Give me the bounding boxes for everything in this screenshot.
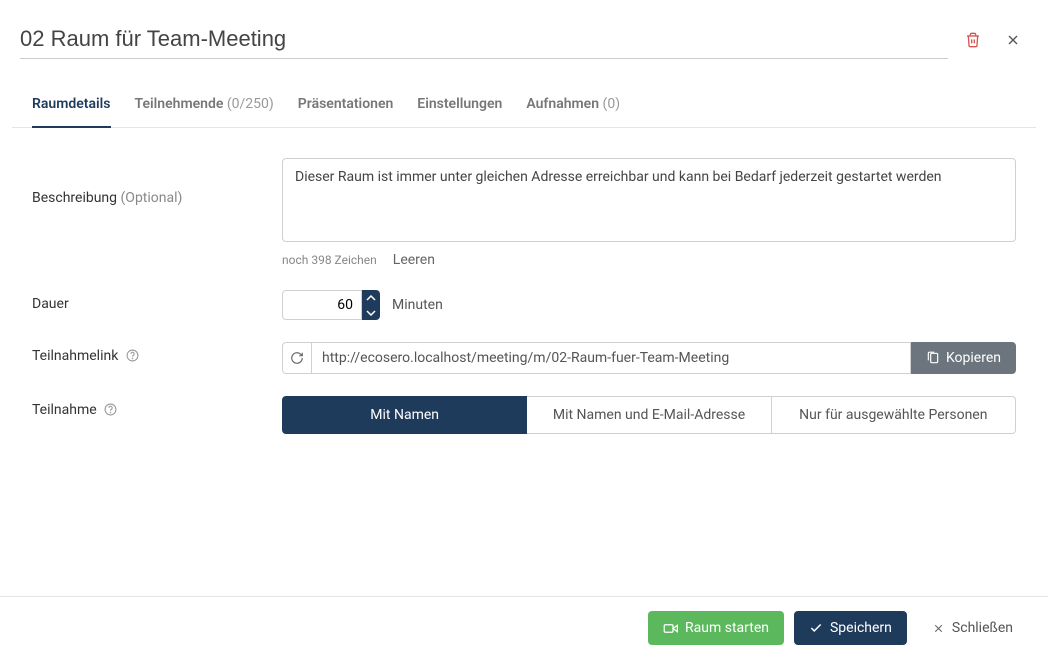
participation-option-name[interactable]: Mit Namen	[282, 396, 527, 434]
duration-label: Dauer	[32, 290, 282, 312]
tab-label: Einstellungen	[417, 96, 502, 112]
char-counter: noch 398 Zeichen	[282, 253, 377, 267]
tab-label: Teilnehmende	[135, 96, 224, 112]
button-label: Raum starten	[685, 620, 769, 636]
duration-input[interactable]	[282, 290, 362, 320]
label-optional: (Optional)	[121, 190, 183, 206]
duration-decrement-button[interactable]	[362, 305, 380, 320]
check-icon	[809, 621, 823, 635]
button-label: Schließen	[952, 620, 1013, 636]
close-footer-button[interactable]: Schließen	[917, 611, 1028, 645]
participation-label: Teilnahme	[32, 396, 282, 418]
link-label: Teilnahmelink	[32, 342, 282, 364]
refresh-icon	[290, 351, 304, 365]
link-input[interactable]	[312, 342, 911, 374]
label-text: Teilnahme	[32, 402, 97, 418]
description-field: noch 398 Zeichen Leeren	[282, 158, 1016, 268]
label-text: Beschreibung	[32, 190, 117, 206]
copy-link-button[interactable]: Kopieren	[911, 342, 1016, 374]
description-label: Beschreibung (Optional)	[32, 158, 282, 206]
button-label: Speichern	[830, 620, 892, 636]
content-area: Beschreibung (Optional) noch 398 Zeichen…	[0, 128, 1048, 596]
tab-label: Präsentationen	[298, 96, 394, 112]
participation-option-selected[interactable]: Nur für ausgewählte Personen	[772, 396, 1016, 434]
participation-segmented: Mit Namen Mit Namen und E-Mail-Adresse N…	[282, 396, 1016, 434]
row-duration: Dauer Minuten	[32, 290, 1016, 320]
tab-praesentationen[interactable]: Präsentationen	[298, 82, 394, 128]
start-room-button[interactable]: Raum starten	[648, 611, 784, 645]
row-link: Teilnahmelink Kopieren	[32, 342, 1016, 374]
description-textarea[interactable]	[282, 158, 1016, 242]
delete-button[interactable]	[958, 25, 988, 55]
footer: Raum starten Speichern Schließen	[0, 596, 1048, 659]
close-icon	[932, 622, 945, 635]
link-controls: Kopieren	[282, 342, 1016, 374]
participation-option-name-email[interactable]: Mit Namen und E-Mail-Adresse	[527, 396, 771, 434]
save-button[interactable]: Speichern	[794, 611, 907, 645]
tab-aufnahmen[interactable]: Aufnahmen (0)	[526, 82, 620, 128]
description-meta: noch 398 Zeichen Leeren	[282, 252, 1016, 268]
tab-raumdetails[interactable]: Raumdetails	[32, 82, 111, 128]
tab-label: Aufnahmen	[526, 96, 599, 112]
trash-icon	[965, 32, 981, 48]
tab-einstellungen[interactable]: Einstellungen	[417, 82, 502, 128]
duration-stepper	[282, 290, 380, 320]
help-icon[interactable]	[126, 349, 139, 362]
clipboard-icon	[926, 351, 940, 365]
duration-field: Minuten	[282, 290, 1016, 320]
video-icon	[663, 621, 678, 636]
header	[0, 0, 1048, 71]
regenerate-link-button[interactable]	[282, 342, 312, 374]
row-description: Beschreibung (Optional) noch 398 Zeichen…	[32, 158, 1016, 268]
duration-unit: Minuten	[392, 297, 443, 313]
tab-count: (0/250)	[227, 96, 274, 112]
participation-field: Mit Namen Mit Namen und E-Mail-Adresse N…	[282, 396, 1016, 434]
copy-label: Kopieren	[946, 350, 1001, 366]
chevron-up-icon	[366, 295, 376, 301]
tab-bar: Raumdetails Teilnehmende (0/250) Präsent…	[12, 81, 1036, 128]
clear-description-button[interactable]: Leeren	[393, 252, 435, 268]
tab-count: (0)	[603, 96, 621, 112]
tab-teilnehmende[interactable]: Teilnehmende (0/250)	[135, 82, 274, 128]
chevron-down-icon	[366, 310, 376, 316]
room-title-input[interactable]	[20, 20, 948, 59]
link-field: Kopieren	[282, 342, 1016, 374]
row-participation: Teilnahme Mit Namen Mit Namen und E-Mail…	[32, 396, 1016, 434]
close-button[interactable]	[998, 25, 1028, 55]
label-text: Teilnahmelink	[32, 348, 118, 364]
close-icon	[1005, 32, 1021, 48]
help-icon[interactable]	[104, 403, 117, 416]
tab-label: Raumdetails	[32, 96, 111, 112]
duration-increment-button[interactable]	[362, 290, 380, 305]
duration-stepper-buttons	[362, 290, 380, 320]
